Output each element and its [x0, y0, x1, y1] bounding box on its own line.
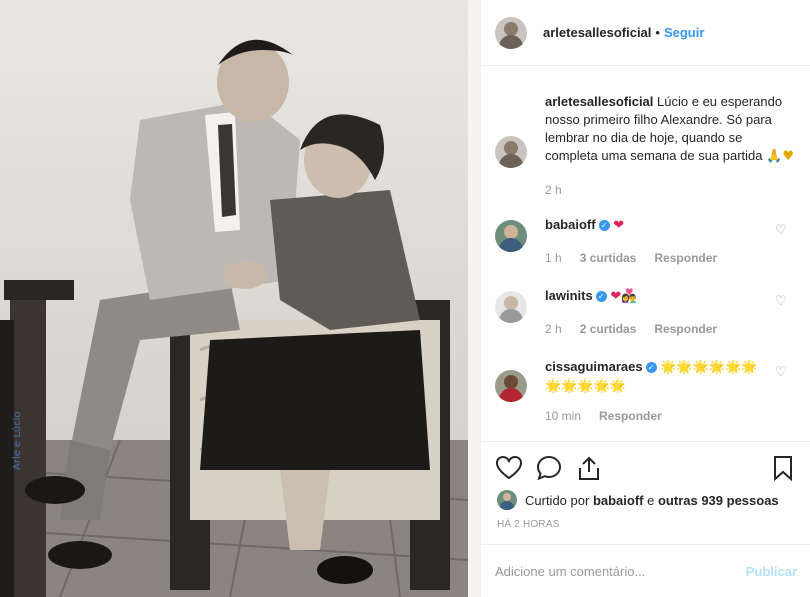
reply-button[interactable]: Responder [599, 407, 662, 425]
comment-item: babaioff ✓ ❤ 1 h 3 curtidas Responder ♡ [481, 216, 810, 267]
follow-button[interactable]: Seguir [664, 25, 704, 40]
comment-username[interactable]: cissaguimaraes [545, 359, 643, 374]
caption-username[interactable]: arletesallesoficial [545, 94, 653, 109]
comment-body: babaioff ✓ ❤ 1 h 3 curtidas Responder [545, 216, 775, 267]
comment-time[interactable]: 2 h [545, 320, 562, 338]
like-comment-heart-icon[interactable]: ♡ [775, 294, 787, 307]
action-icons [495, 454, 797, 482]
author-avatar[interactable] [495, 16, 527, 49]
reply-button[interactable]: Responder [654, 320, 717, 338]
comment-item: cissaguimaraes ✓ 🌟🌟🌟🌟🌟🌟🌟🌟🌟🌟🌟 10 min Respo… [481, 358, 810, 425]
bookmark-icon[interactable] [769, 454, 797, 482]
commenter-avatar[interactable] [495, 220, 527, 252]
comment-emoji: ❤ [613, 218, 625, 233]
caption-time[interactable]: 2 h [545, 181, 562, 199]
likes-others-link[interactable]: outras 939 pessoas [658, 493, 779, 508]
liker-avatar[interactable] [497, 490, 517, 510]
caption-meta: 2 h [545, 181, 795, 199]
comment-likes[interactable]: 2 curtidas [580, 320, 637, 338]
comment-time[interactable]: 10 min [545, 407, 581, 425]
vintage-couple-photo: Arle e Lúcio [0, 0, 480, 597]
post-timestamp[interactable]: HÁ 2 HORAS [497, 519, 560, 530]
comment-icon[interactable] [535, 454, 563, 482]
comment-meta: 1 h 3 curtidas Responder [545, 249, 775, 267]
verified-icon: ✓ [598, 220, 610, 232]
comment-time[interactable]: 1 h [545, 249, 562, 267]
comment-meta: 2 h 2 curtidas Responder [545, 320, 775, 338]
comment-item: lawinits ✓ ❤👩‍❤️‍👨 2 h 2 curtidas Respond… [481, 287, 810, 338]
comment-body: cissaguimaraes ✓ 🌟🌟🌟🌟🌟🌟🌟🌟🌟🌟🌟 10 min Respo… [545, 358, 760, 425]
comments-list[interactable]: arletesallesoficial Lúcio e eu esperando… [481, 66, 810, 440]
comment-meta: 10 min Responder [545, 407, 760, 425]
likes-summary: Curtido por babaioff e outras 939 pessoa… [497, 490, 779, 510]
commenter-avatar[interactable] [495, 291, 527, 323]
post-actions: Curtido por babaioff e outras 939 pessoa… [481, 441, 810, 545]
share-icon[interactable] [575, 454, 603, 482]
post-sidebar: arletesallesoficial • Seguir arletesalle… [480, 0, 810, 597]
comment-body: lawinits ✓ ❤👩‍❤️‍👨 2 h 2 curtidas Respond… [545, 287, 775, 338]
add-comment-bar: Publicar [481, 545, 810, 597]
like-comment-heart-icon[interactable]: ♡ [775, 223, 787, 236]
likes-prefix: Curtido por [525, 492, 590, 508]
post-photo[interactable]: Arle e Lúcio [0, 0, 480, 597]
liker-username[interactable]: babaioff [593, 493, 644, 508]
caption-avatar[interactable] [495, 136, 527, 168]
verified-icon: ✓ [645, 362, 657, 374]
heart-icon[interactable] [495, 454, 523, 482]
caption-emoji: 🙏♥ [766, 149, 794, 164]
caption-body: arletesallesoficial Lúcio e eu esperando… [545, 93, 795, 199]
comment-emoji: ❤👩‍❤️‍👨 [610, 289, 638, 304]
verified-icon: ✓ [595, 291, 607, 303]
author-username[interactable]: arletesallesoficial [543, 25, 651, 40]
commenter-avatar[interactable] [495, 370, 527, 402]
comment-username[interactable]: babaioff [545, 217, 596, 232]
publish-button[interactable]: Publicar [746, 564, 797, 579]
comment-likes[interactable]: 3 curtidas [580, 249, 637, 267]
likes-middle: e [647, 492, 655, 508]
post-header: arletesallesoficial • Seguir [481, 0, 810, 66]
like-comment-heart-icon[interactable]: ♡ [775, 365, 787, 378]
comment-username[interactable]: lawinits [545, 288, 593, 303]
separator-dot: • [655, 25, 660, 40]
comment-input[interactable] [495, 563, 746, 579]
svg-text:Arle e Lúcio: Arle e Lúcio [11, 411, 23, 470]
caption: arletesallesoficial Lúcio e eu esperando… [481, 93, 810, 199]
reply-button[interactable]: Responder [654, 249, 717, 267]
